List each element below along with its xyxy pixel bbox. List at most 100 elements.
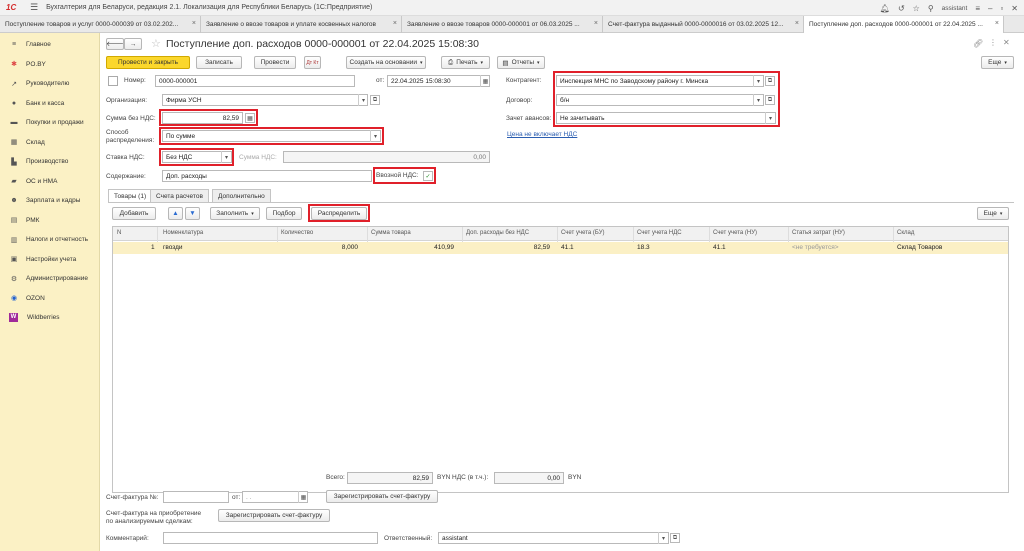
close-tab-icon[interactable]: × [393, 20, 397, 27]
history-icon[interactable]: ↺ [898, 4, 905, 13]
print-button[interactable]: ⎙ Печать ▾ [441, 56, 490, 69]
invoice-number-field[interactable] [163, 491, 229, 503]
price-without-vat-link[interactable]: Цена не включает НДС [507, 131, 577, 138]
content-label: Содержание: [106, 173, 146, 180]
col-sum[interactable]: Сумма товара [371, 230, 411, 236]
tab-extra-costs[interactable]: Поступление доп. расходов 0000-000001 от… [804, 16, 1004, 33]
more-button[interactable]: Еще ▾ [981, 56, 1014, 69]
calendar-icon[interactable]: ▦ [480, 75, 490, 87]
col-cost-item[interactable]: Статья затрат (НУ) [792, 230, 845, 236]
col-n[interactable]: N [117, 230, 121, 236]
sidebar-item-purchases[interactable]: ▬ Покупки и продажи [0, 113, 99, 133]
invoice-calendar-icon[interactable]: ▦ [298, 491, 308, 503]
chevron-down-icon: ▾ [480, 59, 483, 66]
col-acc-bu[interactable]: Счет учета (БУ) [561, 230, 605, 236]
more-vertical-icon[interactable]: ⋮ [989, 38, 997, 47]
table-row[interactable]: 1 гвозди 8,000 410,99 82,59 41.1 18.3 41… [113, 242, 1008, 254]
col-qty[interactable]: Количество [281, 230, 313, 236]
gear-icon: ⚙ [10, 275, 18, 283]
organization-open-icon[interactable]: ⧉ [370, 95, 380, 105]
save-button[interactable]: Записать [196, 56, 242, 69]
tab-import-statement[interactable]: Заявление о ввозе товаров и уплате косве… [201, 16, 402, 33]
close-tab-icon[interactable]: × [594, 20, 598, 27]
comment-field[interactable] [163, 532, 378, 544]
sidebar-item-ozon[interactable]: ◉ OZON [0, 289, 99, 309]
organization-dropdown-icon[interactable]: ▾ [358, 94, 368, 106]
vat-total-field: 0,00 [494, 472, 564, 484]
col-extra[interactable]: Доп. расходы без НДС [466, 230, 529, 236]
responsible-dropdown-icon[interactable]: ▾ [658, 532, 668, 544]
sum-label: Сумма без НДС: [106, 115, 156, 122]
move-up-button[interactable]: ▲ [168, 207, 183, 220]
close-icon[interactable]: ✕ [1011, 4, 1018, 13]
number-label: Номер: [124, 77, 146, 84]
sidebar-item-salary[interactable]: ☻ Зарплата и кадры [0, 191, 99, 211]
bell-icon[interactable]: 🔔︎ [880, 4, 890, 13]
col-acc-vat[interactable]: Счет учета НДС [637, 230, 682, 236]
date-field[interactable]: 22.04.2025 15:08:30 [387, 75, 490, 87]
table-more-button[interactable]: Еще ▾ [977, 207, 1009, 220]
organization-field[interactable]: Фирма УСН [162, 94, 368, 106]
sidebar-item-manager[interactable]: ↗ Руководителю [0, 74, 99, 94]
sidebar-item-production[interactable]: ▙ Производство [0, 152, 99, 172]
cell-warehouse: Склад Товаров [897, 244, 943, 251]
advance-label: Зачет авансов: [506, 115, 552, 122]
restore-icon[interactable]: ▫ [1000, 4, 1003, 13]
forward-button[interactable]: → [124, 38, 142, 50]
sidebar-item-wildberries[interactable]: W Wildberries [0, 308, 99, 328]
tab-additional[interactable]: Дополнительно [212, 189, 271, 202]
favorite-star-icon[interactable]: ☆ [151, 37, 161, 50]
sidebar-item-rmk[interactable]: ▤ РМК [0, 211, 99, 231]
sidebar-item-warehouse[interactable]: ▦ Склад [0, 133, 99, 153]
dt-kt-button[interactable]: Дт Кт [304, 56, 321, 69]
settings-lines-icon[interactable]: ≡ [975, 4, 980, 13]
organization-label: Организация: [106, 97, 148, 104]
move-down-button[interactable]: ▼ [185, 207, 200, 220]
link-icon[interactable]: 🔗︎ [973, 39, 983, 48]
fill-button[interactable]: Заполнить ▾ [210, 207, 260, 220]
sidebar-item-assets[interactable]: ▰ ОС и НМА [0, 172, 99, 192]
sidebar-item-poby[interactable]: ✱ PO.BY [0, 55, 99, 75]
post-and-close-button[interactable]: Провести и закрыть [106, 56, 190, 69]
highlight-import-vat [373, 167, 436, 184]
add-row-button[interactable]: Добавить [112, 207, 156, 220]
favorites-icon[interactable]: ☆ [913, 4, 920, 13]
reports-button[interactable]: ▤ Отчеты ▾ [497, 56, 545, 69]
user-name[interactable]: assistant [942, 5, 968, 12]
highlight-vat-rate [159, 148, 234, 166]
minimize-icon[interactable]: – [988, 4, 992, 13]
number-checkbox[interactable] [108, 76, 118, 86]
sidebar-item-main[interactable]: ≡ Главное [0, 35, 99, 55]
close-form-icon[interactable]: ✕ [1003, 38, 1010, 47]
tab-invoice-issued[interactable]: Счет-фактура выданный 0000-0000016 от 03… [603, 16, 804, 33]
close-tab-icon[interactable]: × [795, 20, 799, 27]
create-based-on-button[interactable]: Создать на основании ▾ [346, 56, 426, 69]
chevron-down-icon: ▾ [999, 210, 1003, 217]
tab-receipt-goods[interactable]: Поступление товаров и услуг 0000-000039 … [0, 16, 201, 33]
sidebar-item-settings[interactable]: ▣ Настройки учета [0, 250, 99, 270]
col-warehouse[interactable]: Склад [897, 230, 914, 236]
close-tab-icon[interactable]: × [995, 20, 999, 27]
search-icon[interactable]: ⚲ [928, 4, 934, 13]
responsible-field[interactable]: assistant [438, 532, 669, 544]
main-menu-icon[interactable]: ☰ [30, 2, 38, 13]
register-invoice-button[interactable]: Зарегистрировать счет-фактуру [326, 490, 438, 503]
sidebar-item-admin[interactable]: ⚙ Администрирование [0, 269, 99, 289]
tab-accounts[interactable]: Счета расчетов [150, 189, 209, 202]
sidebar-item-taxes[interactable]: ▥ Налоги и отчетность [0, 230, 99, 250]
number-field[interactable]: 0000-000001 [155, 75, 355, 87]
back-button[interactable]: 🡐 [106, 38, 124, 50]
register-invoice2-button[interactable]: Зарегистрировать счет-фактуру [218, 509, 330, 522]
truck-icon: ▰ [11, 178, 17, 186]
close-tab-icon[interactable]: × [192, 20, 196, 27]
col-acc-nu[interactable]: Счет учета (НУ) [713, 230, 757, 236]
content-field[interactable]: Доп. расходы [162, 170, 372, 182]
col-item[interactable]: Номенклатура [163, 230, 203, 236]
tab-import-statement-2[interactable]: Заявление о ввозе товаров 0000-000001 от… [402, 16, 603, 33]
pick-button[interactable]: Подбор [266, 207, 302, 220]
tab-goods[interactable]: Товары (1) [108, 189, 153, 202]
sidebar: ≡ Главное ✱ PO.BY ↗ Руководителю ● Банк и ка… [0, 33, 100, 551]
sidebar-item-bank[interactable]: ● Банк и касса [0, 94, 99, 114]
responsible-open-icon[interactable]: ⧉ [670, 533, 680, 543]
post-button[interactable]: Провести [254, 56, 296, 69]
